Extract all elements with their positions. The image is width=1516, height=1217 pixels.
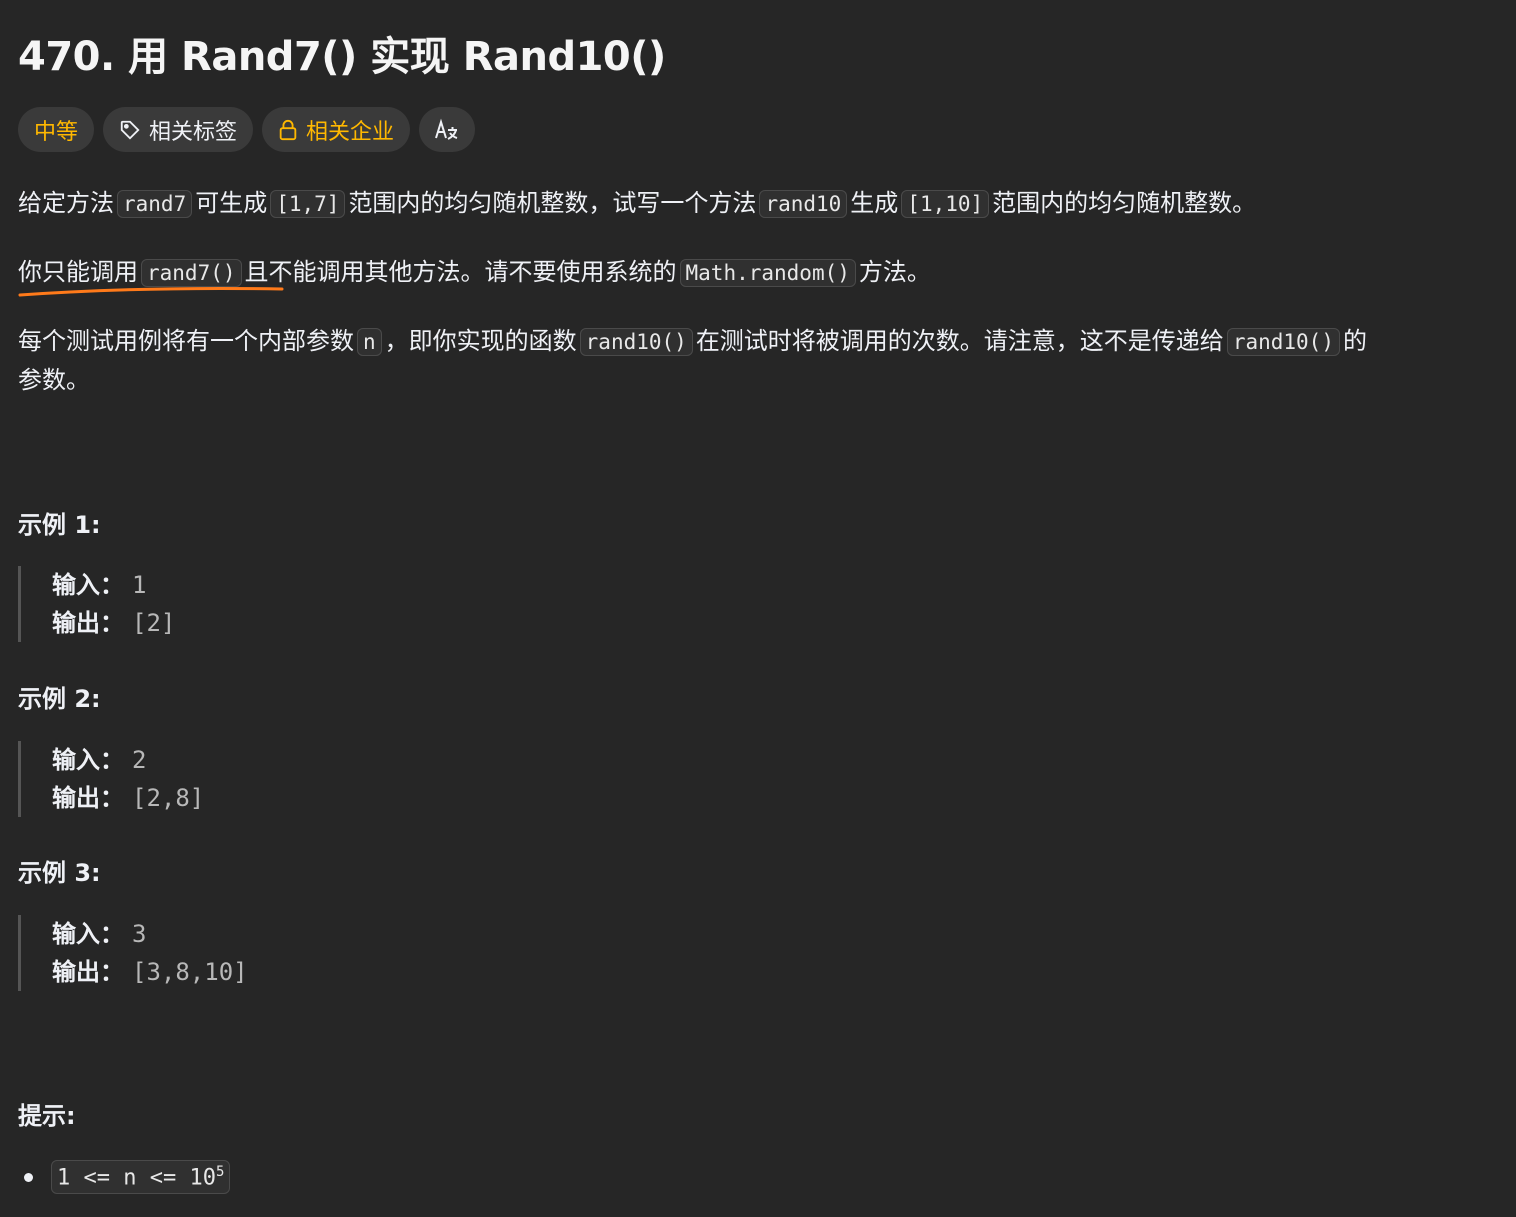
difficulty-label: 中等	[34, 119, 79, 145]
inline-code: 1 <= n <= 105	[51, 1160, 231, 1195]
input-value: 3	[132, 920, 147, 948]
example-3-block: 输入： 3 输出： [3,8,10]	[18, 915, 318, 991]
text: ，即你实现的函数	[384, 327, 577, 355]
companies-tag-label: 相关企业	[306, 119, 395, 145]
tag-bar: 中等 相关标签 相关企业	[18, 107, 476, 152]
inline-code: Math.random()	[679, 259, 856, 287]
output-value: [3,8,10]	[132, 958, 248, 986]
example-2-block: 输入： 2 输出： [2,8]	[18, 741, 318, 817]
text: 给定方法	[18, 189, 114, 217]
input-value: 2	[132, 746, 147, 774]
constraints-list: 1 <= n <= 105	[18, 1160, 233, 1195]
input-label: 输入：	[52, 571, 124, 599]
description-paragraph-3: 每个测试用例将有一个内部参数 n ，即你实现的函数 rand10() 在测试时将被调用的…	[18, 322, 1367, 361]
output-label: 输出：	[52, 609, 124, 637]
text: 你只能调用	[18, 258, 138, 286]
description-paragraph-2: 你只能调用 rand7() 且不能调用其他方法。请不要使用系统的 Math.rand…	[18, 253, 931, 297]
lock-icon	[278, 119, 298, 141]
list-item: 1 <= n <= 105	[18, 1160, 233, 1195]
text: 可生成	[195, 189, 268, 217]
description-paragraph-1: 给定方法 rand7 可生成 [1,7] 范围内的均匀随机整数，试写一个方法 rand10…	[18, 184, 1256, 223]
output-value: [2,8]	[132, 784, 205, 812]
text: 方法。	[858, 258, 931, 286]
example-1-block: 输入： 1 输出： [2]	[18, 566, 318, 642]
example-input-row: 输入： 1	[52, 566, 318, 604]
description-paragraph-3-cont: 参数。	[18, 361, 90, 399]
inline-code: rand10()	[1226, 328, 1340, 356]
example-output-row: 输出： [2,8]	[52, 779, 318, 817]
text: 且不能调用其他方法。请不要使用系统的	[244, 258, 677, 286]
example-output-row: 输出： [2]	[52, 604, 318, 642]
text: 参数。	[18, 366, 90, 394]
companies-tag-button[interactable]: 相关企业	[262, 107, 411, 152]
tag-icon	[119, 119, 141, 141]
text: 每个测试用例将有一个内部参数	[18, 327, 354, 355]
text: 范围内的均匀随机整数，试写一个方法	[348, 189, 757, 217]
text: 范围内的均匀随机整数。	[992, 189, 1257, 217]
example-input-row: 输入： 2	[52, 741, 318, 779]
topics-tag-button[interactable]: 相关标签	[103, 107, 254, 152]
input-value: 1	[132, 571, 147, 599]
output-label: 输出：	[52, 958, 124, 986]
example-1-heading: 示例 1:	[18, 511, 101, 539]
inline-code: rand7()	[141, 259, 242, 287]
problem-title[interactable]: 470. 用 Rand7() 实现 Rand10()	[18, 24, 666, 82]
inline-code: n	[357, 328, 382, 356]
inline-code: rand10	[759, 190, 848, 218]
text: 生成	[850, 189, 899, 217]
text: 的	[1342, 327, 1367, 355]
input-label: 输入：	[52, 746, 124, 774]
translate-icon	[434, 118, 460, 142]
difficulty-badge: 中等	[18, 107, 95, 152]
output-label: 输出：	[52, 784, 124, 812]
example-2-heading: 示例 2:	[18, 685, 101, 713]
example-input-row: 输入： 3	[52, 915, 318, 953]
output-value: [2]	[132, 609, 176, 637]
inline-code: rand10()	[579, 328, 693, 356]
topics-tag-label: 相关标签	[149, 119, 238, 145]
text: 在测试时将被调用的次数。请注意，这不是传递给	[695, 327, 1224, 355]
bullet-icon	[24, 1172, 33, 1182]
hints-heading: 提示:	[18, 1102, 76, 1130]
example-3-heading: 示例 3:	[18, 859, 101, 887]
constraint-exponent: 5	[215, 1164, 225, 1180]
example-output-row: 输出： [3,8,10]	[52, 953, 318, 991]
translate-button[interactable]	[419, 107, 476, 152]
inline-code: rand7	[117, 190, 193, 218]
highlighted-phrase: 你只能调用 rand7()	[18, 253, 284, 297]
constraint-text: 1 <= n <= 10	[57, 1165, 216, 1191]
inline-code: [1,7]	[270, 190, 346, 218]
input-label: 输入：	[52, 920, 124, 948]
inline-code: [1,10]	[901, 190, 990, 218]
